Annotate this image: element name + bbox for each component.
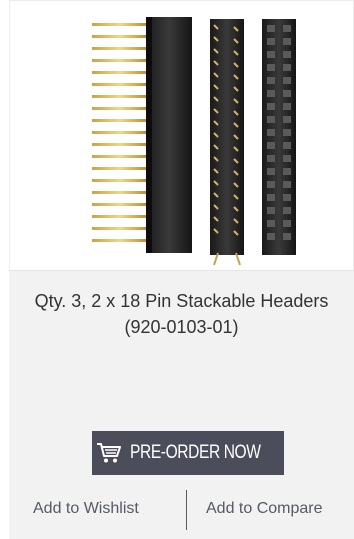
actions-divider [186,490,187,530]
secondary-actions: Add to Wishlist Add to Compare [9,490,354,530]
preorder-button[interactable]: PRE-ORDER NOW [92,431,284,475]
shopping-cart-icon [96,442,122,464]
add-to-compare-link[interactable]: Add to Compare [206,500,323,518]
product-card: Qty. 3, 2 x 18 Pin Stackable Headers (92… [9,0,354,539]
product-image[interactable] [68,13,308,265]
product-title[interactable]: Qty. 3, 2 x 18 Pin Stackable Headers (92… [19,288,344,340]
preorder-button-label: PRE-ORDER NOW [130,442,261,463]
product-info: Qty. 3, 2 x 18 Pin Stackable Headers (92… [9,270,354,539]
add-to-wishlist-link[interactable]: Add to Wishlist [33,500,139,518]
product-image-area[interactable] [9,0,354,270]
